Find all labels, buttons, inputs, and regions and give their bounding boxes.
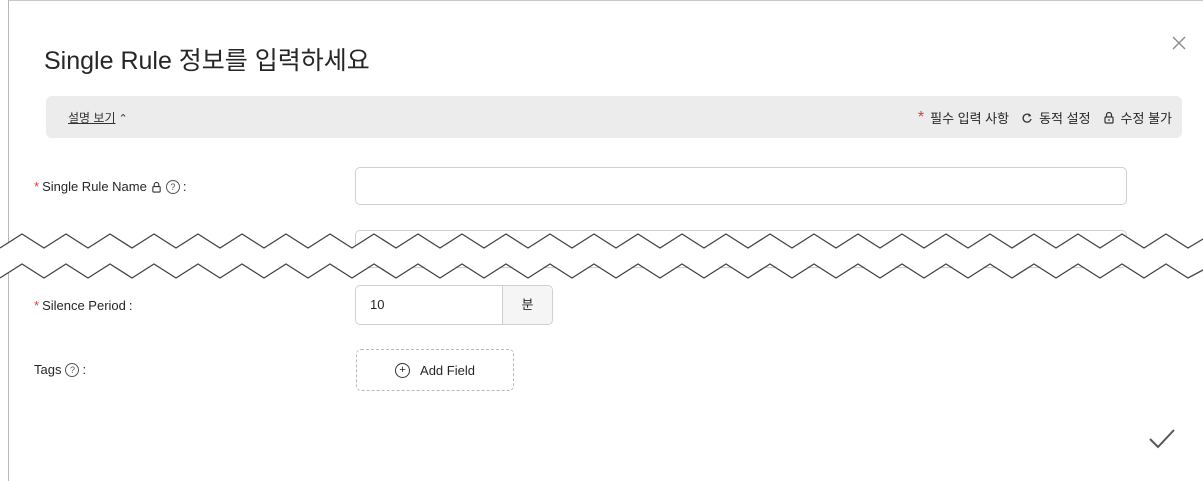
rule-name-input[interactable] — [355, 167, 1127, 205]
tags-label: Tags ? : — [34, 362, 86, 377]
tags-label-text: Tags — [34, 362, 62, 377]
help-icon[interactable]: ? — [165, 179, 180, 194]
checkmark-icon[interactable] — [1147, 426, 1177, 452]
readonly-legend-label: 수정 불가 — [1120, 111, 1172, 126]
dialog-title: Single Rule 정보를 입력하세요 — [44, 47, 370, 75]
help-icon[interactable]: ? — [65, 362, 80, 377]
add-field-button[interactable]: + Add Field — [356, 349, 514, 391]
close-icon[interactable] — [1167, 31, 1191, 55]
silence-period-label: * Silence Period : — [34, 298, 133, 313]
silence-period-label-text: Silence Period — [42, 298, 126, 313]
torn-edge-divider — [0, 233, 1203, 279]
plus-circle-icon: + — [395, 362, 411, 378]
field-legend: * 필수 입력 사항 동적 설정 수정 불가 — [918, 108, 1172, 127]
refresh-icon — [1021, 112, 1033, 124]
silence-period-field: 10 분 — [355, 285, 553, 325]
lock-icon — [151, 181, 162, 193]
silence-period-unit: 분 — [502, 286, 552, 324]
add-field-label: Add Field — [420, 362, 475, 378]
show-description-label: 설명 보기 — [68, 111, 116, 125]
rule-name-colon: : — [182, 179, 187, 194]
info-bar: 설명 보기 ⌃ * 필수 입력 사항 동적 설정 수정 불가 — [46, 96, 1182, 138]
rule-name-label: * Single Rule Name ? : — [34, 179, 186, 194]
tags-colon: : — [82, 362, 87, 377]
required-symbol: * — [917, 109, 925, 126]
required-marker: * — [34, 298, 40, 313]
dynamic-legend-label: 동적 설정 — [1039, 111, 1091, 126]
silence-period-input[interactable]: 10 — [356, 286, 502, 324]
required-legend-label: 필수 입력 사항 — [930, 111, 1010, 126]
chevron-up-icon: ⌃ — [118, 113, 128, 125]
rule-name-label-text: Single Rule Name — [42, 179, 147, 194]
required-marker: * — [34, 179, 40, 194]
lock-icon — [1103, 111, 1115, 124]
show-description-toggle[interactable]: 설명 보기 ⌃ — [68, 109, 128, 126]
silence-period-colon: : — [128, 298, 133, 313]
